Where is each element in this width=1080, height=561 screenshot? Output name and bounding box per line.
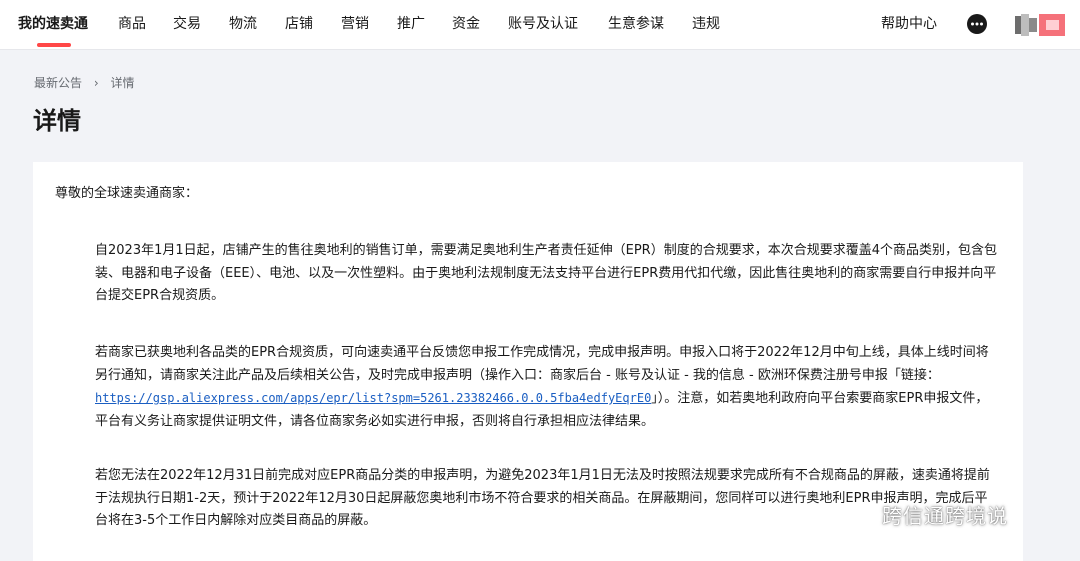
chevron-right-icon: › xyxy=(93,76,99,90)
nav-item-orders[interactable]: 交易 xyxy=(173,14,201,34)
paragraph-2-text-before: 若商家已获奥地利各品类的EPR合规资质，可向速卖通平台反馈您申报工作完成情况，完… xyxy=(95,345,989,383)
paragraph-1: 自2023年1月1日起，店铺产生的售往奥地利的销售订单，需要满足奥地利生产者责任… xyxy=(95,243,997,303)
page-title: 详情 xyxy=(33,107,81,135)
nav-item-products[interactable]: 商品 xyxy=(118,14,146,34)
nav-item-my-aliexpress[interactable]: 我的速卖通 xyxy=(18,14,88,34)
nav-item-violations[interactable]: 违规 xyxy=(692,14,720,34)
nav-item-business-advisor[interactable]: 生意参谋 xyxy=(608,14,664,34)
breadcrumb: 最新公告 › 详情 xyxy=(34,74,135,92)
paragraph-2: 若商家已获奥地利各品类的EPR合规资质，可向速卖通平台反馈您申报工作完成情况，完… xyxy=(95,342,1000,433)
breadcrumb-current: 详情 xyxy=(110,76,135,90)
epr-declaration-link[interactable]: https://gsp.aliexpress.com/apps/epr/list… xyxy=(95,391,651,405)
active-tab-indicator xyxy=(37,43,71,47)
greeting-text: 尊敬的全球速卖通商家： xyxy=(55,186,199,201)
watermark: 跨信通跨境说 xyxy=(846,497,1008,531)
nav-item-account[interactable]: 账号及认证 xyxy=(508,14,578,34)
nav-item-store[interactable]: 店铺 xyxy=(285,14,313,34)
nav-item-logistics[interactable]: 物流 xyxy=(229,14,257,34)
watermark-text: 跨信通跨境说 xyxy=(882,503,1008,528)
chat-bubble-icon[interactable] xyxy=(966,13,988,35)
user-avatar[interactable] xyxy=(1015,14,1065,36)
help-center-link[interactable]: 帮助中心 xyxy=(881,14,937,34)
breadcrumb-parent-link[interactable]: 最新公告 xyxy=(34,74,82,92)
nav-item-finance[interactable]: 资金 xyxy=(452,14,480,34)
nav-item-promotion[interactable]: 推广 xyxy=(397,14,425,34)
nav-item-marketing[interactable]: 营销 xyxy=(341,14,369,34)
top-navigation: 我的速卖通 商品 交易 物流 店铺 营销 推广 资金 账号及认证 生意参谋 违规… xyxy=(0,0,1080,50)
wechat-icon xyxy=(846,502,876,525)
